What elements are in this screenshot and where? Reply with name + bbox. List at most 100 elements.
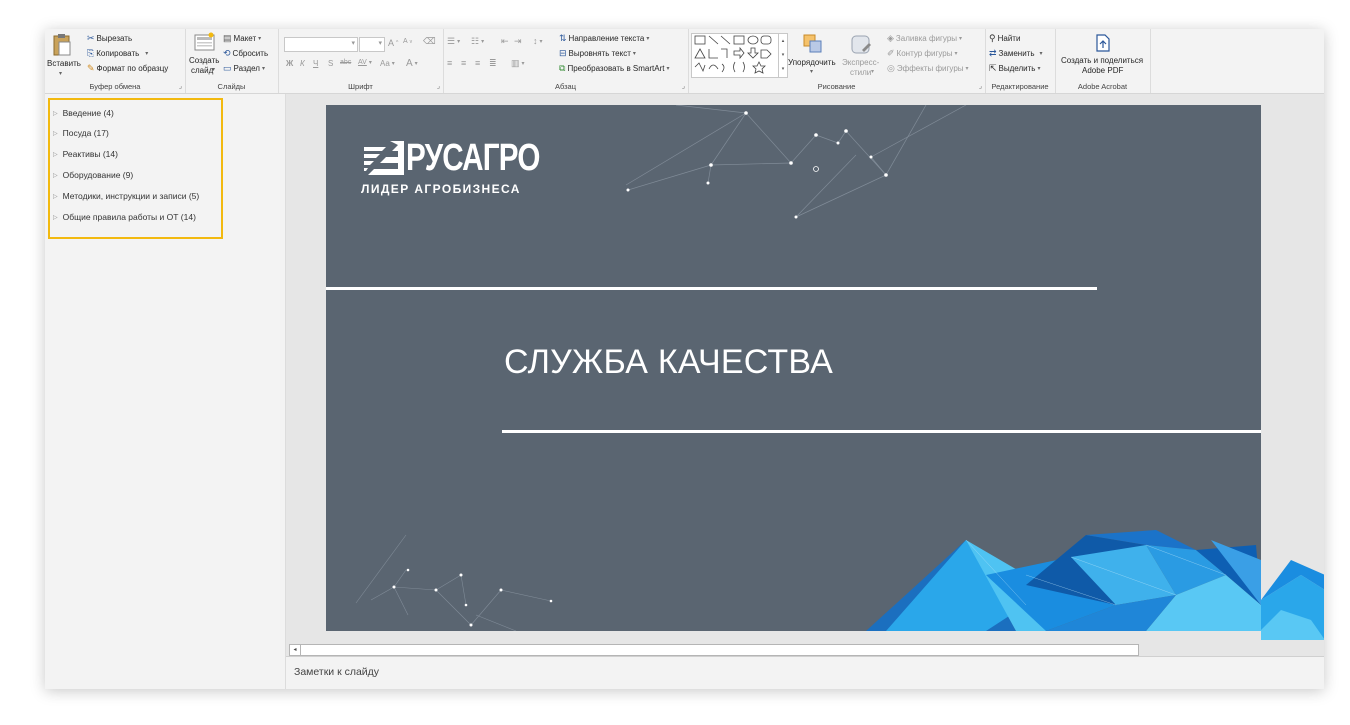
chevron-down-icon: ▾	[391, 61, 395, 67]
align-text-label: Выровнять текст	[568, 49, 631, 58]
paste-label: Вставить	[47, 59, 81, 68]
bold-button[interactable]: Ж	[286, 59, 293, 68]
underline-button[interactable]: Ч	[313, 59, 318, 68]
character-spacing-button[interactable]: AV ▾	[358, 59, 372, 66]
section-item-reagents[interactable]: ▷ Реактивы (14)	[53, 149, 118, 159]
shape-fill-button[interactable]: ◈ Заливка фигуры ▾	[887, 33, 963, 44]
bullets-button[interactable]: ☰ ▾	[447, 37, 460, 46]
numbering-button[interactable]: ☷ ▾	[471, 37, 484, 46]
chevron-down-icon: ▾	[368, 60, 372, 66]
chevron-down-icon: ▾	[959, 36, 963, 42]
dialog-launcher-icon[interactable]: ⌟	[979, 82, 982, 90]
align-right-button[interactable]: ≡	[475, 59, 480, 68]
dialog-launcher-icon[interactable]: ⌟	[682, 82, 685, 90]
clipboard-group-label: Буфер обмена	[89, 82, 141, 91]
smartart-label: Преобразовать в SmartArt	[567, 64, 665, 73]
crystal-decoration	[866, 530, 1261, 631]
shape-outline-button[interactable]: ✐ Контур фигуры ▾	[887, 48, 958, 59]
reset-label: Сбросить	[232, 49, 269, 58]
editing-group-label: Редактирование	[991, 82, 1049, 91]
section-item-glassware[interactable]: ▷ Посуда (17)	[53, 128, 109, 138]
section-item-equipment[interactable]: ▷ Оборудование (9)	[53, 170, 133, 180]
section-label: Реактивы (14)	[62, 149, 118, 159]
paint-bucket-icon: ◈	[887, 33, 894, 43]
paragraph-group-label: Абзац	[554, 82, 577, 91]
align-left-button[interactable]: ≡	[447, 59, 452, 68]
underline-label: Ч	[313, 59, 319, 68]
find-button[interactable]: ⚲ Найти	[989, 34, 1020, 44]
reset-button[interactable]: ⟲ Сбросить	[223, 49, 269, 59]
slide-canvas[interactable]: РУСАГРО ЛИДЕР АГРОБИЗНЕСА СЛУЖБА КАЧЕСТВ…	[326, 105, 1261, 631]
replace-button[interactable]: ⇄ Заменить ▾	[989, 49, 1043, 59]
arrange-button[interactable]: Упорядочить ▾	[788, 33, 838, 81]
dialog-launcher-icon[interactable]: ⌟	[437, 82, 440, 90]
select-button[interactable]: ⇱ Выделить ▾	[989, 64, 1040, 74]
font-family-combo[interactable]	[284, 37, 358, 52]
expand-triangle-icon[interactable]: ▷	[53, 130, 58, 137]
chevron-down-icon: ▾	[212, 67, 216, 73]
section-button[interactable]: ▭ Раздел ▾	[223, 64, 265, 74]
columns-button[interactable]: ▥ ▾	[511, 59, 525, 68]
section-item-safety-rules[interactable]: ▷ Общие правила работы и ОТ (14)	[53, 212, 196, 222]
copy-button[interactable]: ⎘ Копировать ▾	[87, 48, 148, 59]
text-direction-button[interactable]: ⇅ Направление текста ▾	[559, 34, 649, 44]
expand-triangle-icon[interactable]: ▷	[53, 193, 58, 200]
expand-triangle-icon[interactable]: ▷	[53, 110, 58, 117]
decrease-indent-icon: ⇤	[501, 36, 509, 46]
line-spacing-button[interactable]: ↕ ▾	[533, 37, 543, 46]
chevron-down-icon: ▾	[871, 69, 875, 75]
new-slide-button[interactable]: Создать слайд ▾	[188, 32, 222, 80]
expand-triangle-icon[interactable]: ▷	[53, 172, 58, 179]
copy-icon: ⎘	[87, 48, 95, 58]
new-slide-icon	[194, 32, 215, 51]
font-color-button[interactable]: A ▾	[406, 58, 418, 69]
align-center-button[interactable]: ≡	[461, 59, 466, 68]
dialog-launcher-icon[interactable]: ⌟	[179, 82, 182, 90]
font-group: A^ Av ⌫ Ж К Ч S abc AV▾ Aa▾ A▾ Шрифт ⌟	[278, 29, 444, 93]
italic-button[interactable]: К	[300, 59, 305, 68]
smartart-button[interactable]: ⧉ Преобразовать в SmartArt ▾	[559, 64, 670, 74]
grow-font-label: A	[388, 38, 395, 48]
format-painter-button[interactable]: ✎ Формат по образцу	[87, 64, 168, 74]
clear-formatting-button[interactable]: ⌫	[423, 37, 436, 46]
decrease-indent-button[interactable]: ⇤	[501, 37, 509, 46]
section-item-intro[interactable]: ▷ Введение (4)	[53, 108, 114, 118]
acrobat-group-label: Adobe Acrobat	[1077, 82, 1128, 91]
justify-button[interactable]: ≣	[489, 59, 497, 68]
font-size-combo[interactable]	[359, 37, 385, 52]
paste-button[interactable]: Вставить ▾	[47, 33, 81, 81]
notes-pane[interactable]: Заметки к слайду	[286, 656, 1324, 689]
expand-triangle-icon[interactable]: ▷	[53, 214, 58, 221]
shapes-gallery[interactable]: ▴ ▾ ▾	[691, 33, 788, 78]
quick-styles-label-1: Экспресс-	[842, 58, 880, 67]
pen-icon: ✐	[887, 48, 895, 58]
chevron-down-icon: ▾	[666, 66, 670, 72]
create-pdf-button[interactable]: Создать и поделиться Adobe PDF	[1055, 33, 1150, 79]
align-text-button[interactable]: ⊟ Выровнять текст ▾	[559, 49, 636, 59]
columns-icon: ▥	[511, 58, 520, 68]
cut-button[interactable]: ✂ Вырезать	[87, 34, 132, 44]
quick-styles-button[interactable]: Экспресс- стили ▾	[840, 33, 882, 81]
shape-effects-button[interactable]: ◎ Эффекты фигуры ▾	[887, 64, 969, 74]
layout-button[interactable]: ▤ Макет ▾	[223, 34, 262, 44]
section-label: Введение (4)	[62, 108, 114, 118]
case-label: Aa	[380, 59, 390, 68]
horizontal-scrollbar[interactable]: ◂	[289, 644, 1139, 656]
increase-indent-button[interactable]: ⇥	[514, 37, 522, 46]
shadow-button[interactable]: S	[328, 59, 333, 68]
slides-group: Создать слайд ▾ ▤ Макет ▾ ⟲ Сбросить ▭ Р…	[185, 29, 279, 93]
strike-label: abc	[340, 59, 352, 66]
shrink-font-button[interactable]: Av	[403, 38, 412, 45]
change-case-button[interactable]: Aa ▾	[380, 59, 395, 68]
section-item-methods[interactable]: ▷ Методики, инструкции и записи (5)	[53, 191, 199, 201]
scroll-left-icon[interactable]: ◂	[290, 645, 301, 655]
grow-font-button[interactable]: A ^	[388, 38, 398, 48]
arrange-label: Упорядочить	[788, 58, 836, 67]
gallery-scroll[interactable]: ▴ ▾ ▾	[778, 34, 787, 77]
expand-triangle-icon[interactable]: ▷	[53, 151, 58, 158]
bold-label: Ж	[286, 59, 294, 68]
layout-label: Макет	[233, 34, 257, 43]
strikethrough-button[interactable]: abc	[340, 59, 351, 66]
paragraph-group: ☰ ▾ ☷ ▾ ⇤ ⇥ ↕ ▾ ⇅ Направление текста ▾ ⊟ Вы…	[443, 29, 689, 93]
chevron-down-icon: ▾	[258, 36, 262, 42]
